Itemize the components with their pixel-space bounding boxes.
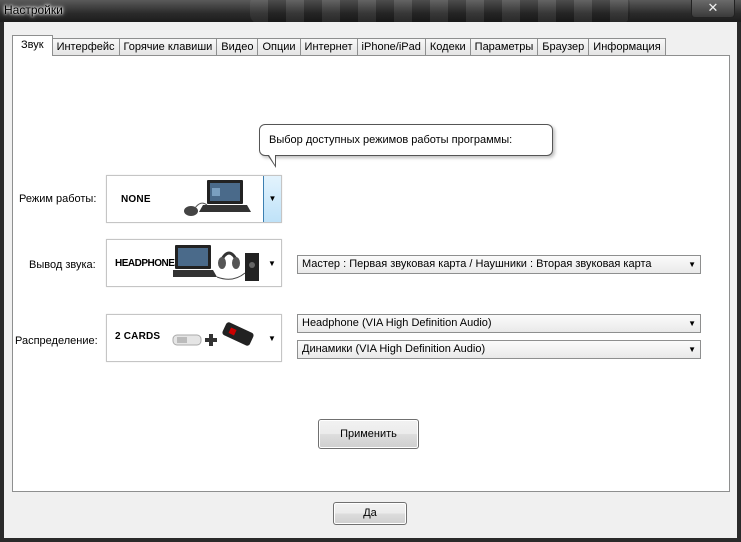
- mode-tooltip: Выбор доступных режимов работы программы…: [259, 124, 553, 168]
- title-bar-decoration: [250, 0, 630, 22]
- primary-device-arrow: ▼: [688, 319, 696, 328]
- laptop-mouse-icon: [184, 180, 251, 216]
- mode-selector[interactable]: NONE ▼: [106, 175, 282, 223]
- tooltip-text: Выбор доступных режимов работы программы…: [269, 134, 513, 146]
- primary-device-value: Headphone (VIA High Definition Audio): [302, 317, 492, 329]
- tab-video[interactable]: Видео: [216, 38, 259, 56]
- mode-label: Режим работы:: [19, 193, 97, 205]
- laptop-headphones-icon: [173, 245, 259, 281]
- window-title: Настройки: [4, 3, 63, 17]
- tab-sound[interactable]: Звук: [12, 35, 53, 56]
- output-label: Вывод звука:: [29, 259, 96, 271]
- two-soundcards-icon: [172, 322, 254, 346]
- tab-codecs[interactable]: Кодеки: [424, 38, 471, 56]
- tab-internet[interactable]: Интернет: [299, 38, 358, 56]
- tab-hotkeys[interactable]: Горячие клавиши: [118, 38, 218, 56]
- output-value: HEADPHONES: [115, 258, 181, 269]
- tab-options[interactable]: Опции: [257, 38, 301, 56]
- settings-dialog: Звук Интерфейс Горячие клавиши Видео Опц…: [4, 22, 737, 538]
- secondary-device-arrow: ▼: [688, 345, 696, 354]
- mode-dropdown-arrow[interactable]: ▼: [263, 176, 281, 222]
- distribution-value: 2 CARDS: [115, 331, 161, 342]
- output-routing-arrow: ▼: [688, 260, 696, 269]
- distribution-selector[interactable]: 2 CARDS ▼: [106, 314, 282, 362]
- distribution-dropdown-arrow[interactable]: ▼: [267, 327, 277, 351]
- output-routing-combo[interactable]: Мастер : Первая звуковая карта / Наушник…: [297, 255, 701, 274]
- tooltip-tail-inner: [269, 155, 275, 165]
- secondary-device-combo[interactable]: Динамики (VIA High Definition Audio) ▼: [297, 340, 701, 359]
- tab-parameters[interactable]: Параметры: [469, 38, 539, 56]
- tab-browser[interactable]: Браузер: [537, 38, 590, 56]
- tab-information[interactable]: Информация: [588, 38, 666, 56]
- mode-value: NONE: [121, 194, 151, 205]
- secondary-device-value: Динамики (VIA High Definition Audio): [302, 343, 486, 355]
- output-dropdown-arrow[interactable]: ▼: [267, 252, 277, 276]
- ok-button[interactable]: Да: [333, 502, 407, 525]
- primary-device-combo[interactable]: Headphone (VIA High Definition Audio) ▼: [297, 314, 701, 333]
- tab-strip: Звук Интерфейс Горячие клавиши Видео Опц…: [12, 35, 666, 56]
- sound-tab-panel: Выбор доступных режимов работы программы…: [12, 55, 730, 492]
- apply-button[interactable]: Применить: [318, 419, 419, 449]
- tab-interface[interactable]: Интерфейс: [51, 38, 120, 56]
- close-button[interactable]: ✕: [691, 0, 735, 18]
- title-bar: Настройки ✕: [0, 0, 741, 22]
- distribution-label: Распределение:: [15, 335, 98, 347]
- output-routing-value: Мастер : Первая звуковая карта / Наушник…: [302, 258, 652, 270]
- tab-iphone-ipad[interactable]: iPhone/iPad: [356, 38, 426, 56]
- output-selector[interactable]: HEADPHONES ▼: [106, 239, 282, 287]
